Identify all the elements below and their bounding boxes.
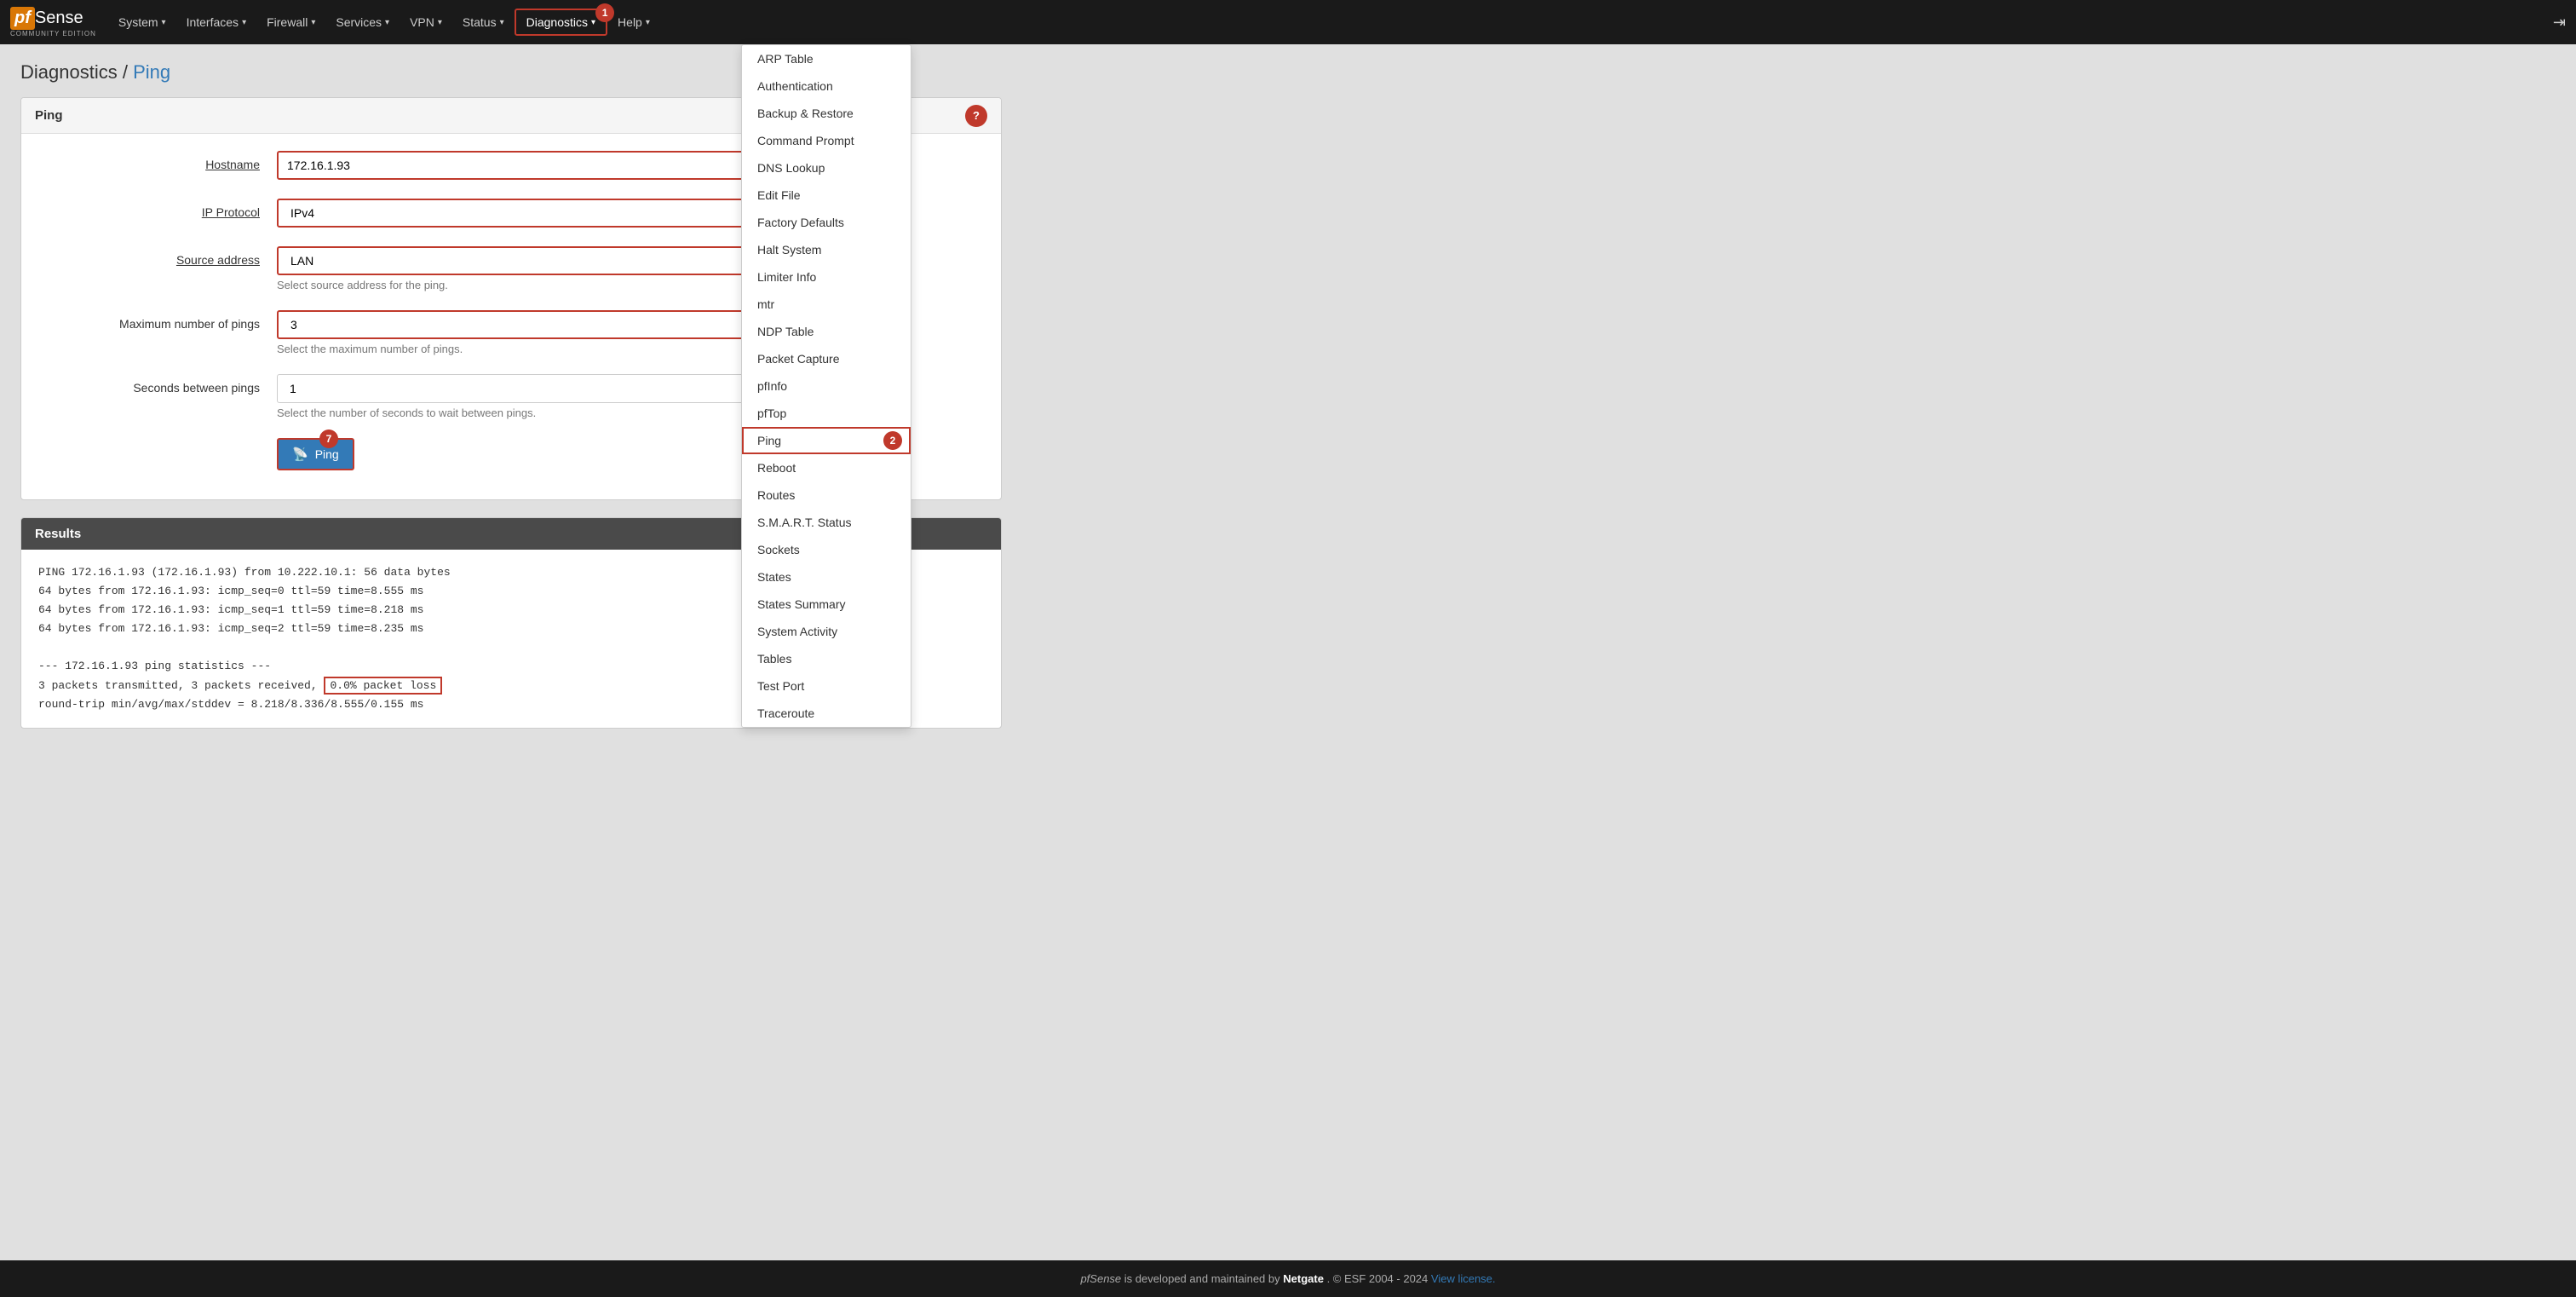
dropdown-pfinfo[interactable]: pfInfo	[742, 372, 911, 400]
footer: pfSense is developed and maintained by N…	[0, 1260, 2576, 1297]
nav-help[interactable]: Help ▾	[607, 10, 660, 34]
source-address-help: Select source address for the ping.	[277, 279, 754, 291]
seconds-pings-label: Seconds between pings	[38, 374, 277, 395]
logo-sense: Sense	[35, 9, 83, 28]
dropdown-states[interactable]: States	[742, 563, 911, 591]
nav-interfaces[interactable]: Interfaces ▾	[176, 10, 257, 34]
help-icon[interactable]: ?	[965, 105, 987, 127]
footer-license-link[interactable]: View license.	[1431, 1272, 1496, 1285]
ping-panel-title: Ping	[35, 108, 63, 123]
chevron-down-icon: ▾	[242, 18, 246, 27]
max-pings-field-wrap: 3 5 10 6 Select the maximum number of pi…	[277, 310, 754, 355]
footer-netgate: Netgate	[1283, 1272, 1324, 1285]
chevron-down-icon: ▾	[162, 18, 166, 27]
dropdown-system-activity[interactable]: System Activity	[742, 618, 911, 645]
seconds-select[interactable]: 1 2 5	[277, 374, 754, 403]
seconds-field-wrap: 1 2 5 Select the number of seconds to wa…	[277, 374, 754, 419]
dropdown-packet-capture[interactable]: Packet Capture	[742, 345, 911, 372]
chevron-down-icon: ▾	[591, 18, 595, 27]
logout-button[interactable]: ⇥	[2553, 14, 2566, 32]
dropdown-reboot[interactable]: Reboot	[742, 454, 911, 481]
packet-loss-highlight: 0.0% packet loss	[324, 677, 442, 695]
dropdown-authentication[interactable]: Authentication	[742, 72, 911, 100]
chevron-down-icon: ▾	[385, 18, 389, 27]
dropdown-dns-lookup[interactable]: DNS Lookup	[742, 154, 911, 182]
diagnostics-dropdown: ARP Table Authentication Backup & Restor…	[741, 44, 911, 728]
chevron-down-icon: ▾	[438, 18, 442, 27]
dropdown-mtr[interactable]: mtr	[742, 291, 911, 318]
dropdown-pftop[interactable]: pfTop	[742, 400, 911, 427]
navbar: pfSense COMMUNITY EDITION System ▾ Inter…	[0, 0, 2576, 44]
dropdown-edit-file[interactable]: Edit File	[742, 182, 911, 209]
max-pings-label: Maximum number of pings	[38, 310, 277, 331]
brand-logo: pfSense COMMUNITY EDITION	[10, 7, 108, 37]
hostname-field-wrap: 3	[277, 151, 754, 180]
dropdown-ndp-table[interactable]: NDP Table	[742, 318, 911, 345]
max-pings-select[interactable]: 3 5 10	[277, 310, 754, 339]
dropdown-smart-status[interactable]: S.M.A.R.T. Status	[742, 509, 911, 536]
dropdown-ping[interactable]: Ping 2	[742, 427, 911, 454]
badge-1: 1	[595, 3, 614, 22]
dropdown-tables[interactable]: Tables	[742, 645, 911, 672]
source-address-label: Source address	[38, 246, 277, 267]
dropdown-factory-defaults[interactable]: Factory Defaults	[742, 209, 911, 236]
nav-firewall[interactable]: Firewall ▾	[256, 10, 325, 34]
dropdown-command-prompt[interactable]: Command Prompt	[742, 127, 911, 154]
ping-button[interactable]: 📡 Ping	[277, 438, 354, 470]
logo-pf: pf	[10, 7, 35, 30]
hostname-input[interactable]	[277, 151, 754, 180]
nav-system[interactable]: System ▾	[108, 10, 176, 34]
source-address-select[interactable]: LAN	[277, 246, 754, 275]
chevron-down-icon: ▾	[646, 18, 650, 27]
dropdown-states-summary[interactable]: States Summary	[742, 591, 911, 618]
dropdown-test-port[interactable]: Test Port	[742, 672, 911, 700]
chevron-down-icon: ▾	[311, 18, 315, 27]
hostname-label: Hostname	[38, 151, 277, 171]
dropdown-limiter-info[interactable]: Limiter Info	[742, 263, 911, 291]
source-address-field-wrap: LAN 5 Select source address for the ping…	[277, 246, 754, 291]
ip-protocol-select[interactable]: IPv4 IPv6	[277, 199, 754, 228]
nav-diagnostics[interactable]: Diagnostics ▾ 1	[515, 9, 607, 36]
nav-vpn[interactable]: VPN ▾	[400, 10, 452, 34]
ip-protocol-label: IP Protocol	[38, 199, 277, 219]
badge-2: 2	[883, 431, 902, 450]
nav-status[interactable]: Status ▾	[452, 10, 515, 34]
dropdown-halt-system[interactable]: Halt System	[742, 236, 911, 263]
dropdown-sockets[interactable]: Sockets	[742, 536, 911, 563]
logo-edition: COMMUNITY EDITION	[10, 30, 96, 37]
ping-signal-icon: 📡	[292, 447, 308, 462]
dropdown-traceroute[interactable]: Traceroute	[742, 700, 911, 727]
dropdown-backup-restore[interactable]: Backup & Restore	[742, 100, 911, 127]
ping-button-wrap: 📡 Ping 7	[277, 438, 754, 470]
nav-menu: System ▾ Interfaces ▾ Firewall ▾ Service…	[108, 9, 2553, 36]
max-pings-help: Select the maximum number of pings.	[277, 343, 754, 355]
nav-services[interactable]: Services ▾	[325, 10, 400, 34]
chevron-down-icon: ▾	[500, 18, 504, 27]
ip-protocol-field-wrap: IPv4 IPv6 4	[277, 199, 754, 228]
seconds-help: Select the number of seconds to wait bet…	[277, 406, 754, 419]
dropdown-arp-table[interactable]: ARP Table	[742, 45, 911, 72]
badge-7: 7	[319, 429, 338, 448]
dropdown-routes[interactable]: Routes	[742, 481, 911, 509]
